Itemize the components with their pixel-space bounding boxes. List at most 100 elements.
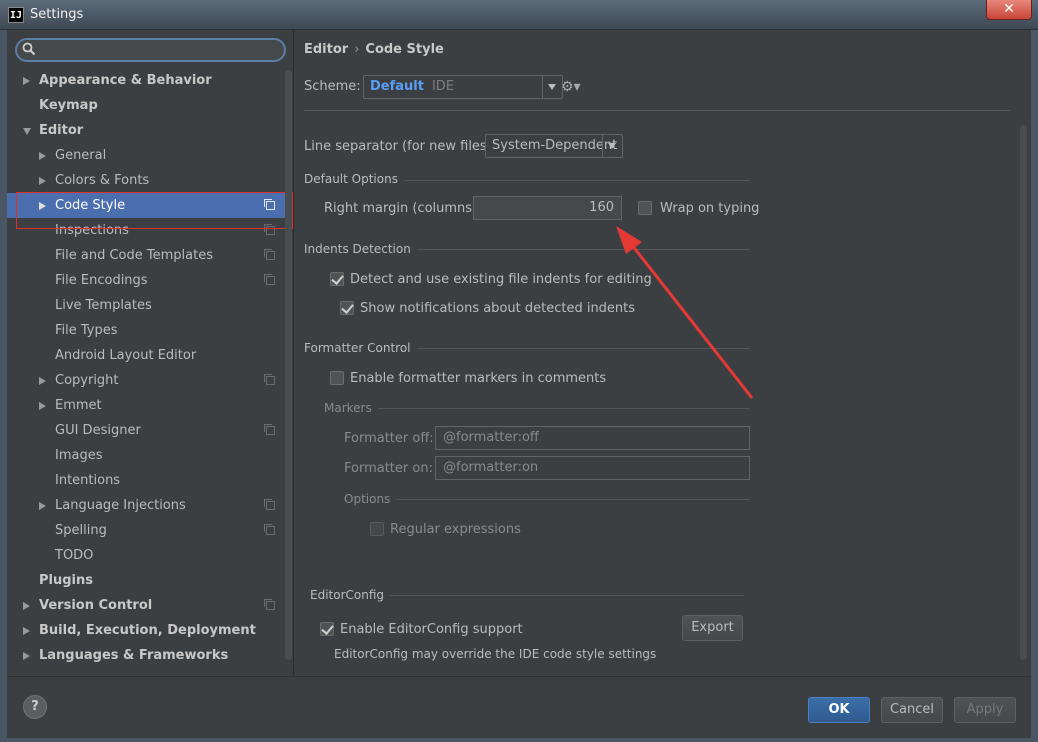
chevron-down-icon — [542, 76, 562, 98]
regular-expressions-label: Regular expressions — [390, 522, 521, 537]
sidebar-item-gui-designer[interactable]: GUI Designer — [7, 418, 285, 443]
detect-indents-checkbox[interactable] — [330, 272, 344, 286]
scheme-select[interactable]: Default IDE — [363, 75, 563, 99]
chevron-right-icon[interactable] — [23, 602, 30, 610]
chevron-right-icon[interactable] — [39, 202, 46, 210]
project-copy-icon — [264, 199, 275, 210]
project-copy-icon — [264, 599, 275, 610]
sidebar-item-editor[interactable]: Editor — [7, 118, 285, 143]
search-input[interactable] — [39, 41, 279, 59]
sidebar-item-label: Colors & Fonts — [55, 173, 150, 188]
ok-button[interactable]: OK — [808, 697, 870, 723]
chevron-right-icon[interactable] — [23, 627, 30, 635]
sidebar-item-file-encodings[interactable]: File Encodings — [7, 268, 285, 293]
sidebar-item-file-types[interactable]: File Types — [7, 318, 285, 343]
sidebar-item-copyright[interactable]: Copyright — [7, 368, 285, 393]
section-divider — [324, 408, 749, 409]
project-copy-icon — [264, 524, 275, 535]
sidebar-scrollbar[interactable] — [285, 70, 292, 660]
line-separator-label: Line separator (for new files): — [304, 139, 497, 154]
default-options-title: Default Options — [304, 172, 404, 186]
sidebar-item-label: Languages & Frameworks — [39, 648, 229, 663]
regular-expressions-checkbox[interactable] — [370, 522, 384, 536]
sidebar-item-colors-fonts[interactable]: Colors & Fonts — [7, 168, 285, 193]
sidebar-item-language-injections[interactable]: Language Injections — [7, 493, 285, 518]
window-frame-left — [0, 30, 7, 742]
sidebar-item-inspections[interactable]: Inspections — [7, 218, 285, 243]
chevron-right-icon[interactable] — [39, 177, 46, 185]
chevron-right-icon[interactable] — [39, 502, 46, 510]
close-window-button[interactable]: ✕ — [986, 0, 1032, 20]
code-style-panel: Editor › Code Style Scheme: Default IDE ⚙▾ … — [294, 30, 1031, 676]
sidebar-item-code-style[interactable]: Code Style — [7, 193, 285, 218]
sidebar-item-file-and-code-templates[interactable]: File and Code Templates — [7, 243, 285, 268]
indents-detection-title: Indents Detection — [304, 242, 417, 256]
sidebar-item-label: File and Code Templates — [55, 248, 213, 263]
sidebar-item-label: File Types — [55, 323, 118, 338]
apply-button[interactable]: Apply — [954, 697, 1016, 723]
sidebar-item-todo[interactable]: TODO — [7, 543, 285, 568]
markers-title: Markers — [324, 401, 378, 415]
options-title: Options — [344, 492, 397, 506]
sidebar-item-label: Plugins — [39, 573, 93, 588]
project-copy-icon — [264, 274, 275, 285]
right-margin-input[interactable]: 160 — [473, 196, 622, 220]
sidebar-item-emmet[interactable]: Emmet — [7, 393, 285, 418]
sidebar-item-label: TODO — [55, 548, 94, 563]
project-copy-icon — [264, 424, 275, 435]
intellij-app-icon: IJ — [8, 7, 24, 23]
gear-icon[interactable]: ⚙▾ — [561, 79, 583, 95]
section-divider — [344, 499, 749, 500]
formatter-on-input[interactable]: @formatter:on — [435, 456, 750, 480]
sidebar-item-version-control[interactable]: Version Control — [7, 593, 285, 618]
settings-search[interactable] — [15, 38, 286, 62]
line-separator-select[interactable]: System-Dependent — [485, 134, 623, 158]
cancel-button[interactable]: Cancel — [881, 697, 943, 723]
sidebar-item-label: Editor — [39, 123, 84, 138]
sidebar-item-label: Android Layout Editor — [55, 348, 197, 363]
project-copy-icon — [264, 224, 275, 235]
footer-divider — [7, 676, 1031, 677]
sidebar-item-intentions[interactable]: Intentions — [7, 468, 285, 493]
sidebar-item-languages-frameworks[interactable]: Languages & Frameworks — [7, 643, 285, 668]
chevron-right-icon[interactable] — [23, 652, 30, 660]
chevron-right-icon[interactable] — [39, 402, 46, 410]
wrap-on-typing-label: Wrap on typing — [660, 201, 760, 216]
wrap-on-typing-checkbox[interactable] — [638, 201, 652, 215]
breadcrumb-separator: › — [354, 42, 360, 57]
sidebar-item-appearance-behavior[interactable]: Appearance & Behavior — [7, 68, 285, 93]
project-copy-icon — [264, 499, 275, 510]
sidebar-item-label: Version Control — [39, 598, 153, 613]
sidebar-item-plugins[interactable]: Plugins — [7, 568, 285, 593]
sidebar-item-keymap[interactable]: Keymap — [7, 93, 285, 118]
sidebar-item-label: Emmet — [55, 398, 102, 413]
sidebar-item-android-layout-editor[interactable]: Android Layout Editor — [7, 343, 285, 368]
chevron-right-icon[interactable] — [23, 77, 30, 85]
export-button[interactable]: Export — [682, 615, 743, 641]
sidebar-item-build-execution-deployment[interactable]: Build, Execution, Deployment — [7, 618, 285, 643]
scheme-ide-tag: IDE — [431, 79, 455, 94]
enable-editorconfig-checkbox[interactable] — [320, 622, 334, 636]
chevron-right-icon[interactable] — [39, 377, 46, 385]
show-notifications-checkbox[interactable] — [340, 301, 354, 315]
detect-indents-label: Detect and use existing file indents for… — [350, 272, 652, 287]
right-margin-label: Right margin (columns): — [324, 201, 482, 216]
chevron-down-icon[interactable] — [23, 128, 31, 135]
sidebar-item-spelling[interactable]: Spelling — [7, 518, 285, 543]
content-scrollbar[interactable] — [1020, 125, 1027, 660]
help-button[interactable]: ? — [23, 695, 47, 719]
chevron-down-icon — [602, 135, 622, 157]
settings-sidebar: Appearance & Behavior Keymap Editor General… — [7, 30, 293, 676]
line-separator-value: System-Dependent — [492, 138, 618, 153]
sidebar-item-general[interactable]: General — [7, 143, 285, 168]
formatter-off-input[interactable]: @formatter:off — [435, 426, 750, 450]
chevron-right-icon[interactable] — [39, 152, 46, 160]
show-notifications-label: Show notifications about detected indent… — [360, 301, 636, 316]
enable-formatter-markers-checkbox[interactable] — [330, 371, 344, 385]
sidebar-item-label: Images — [55, 448, 103, 463]
scheme-value: Default — [370, 79, 424, 94]
search-icon — [22, 42, 36, 56]
title-bar: IJ Settings ✕ — [0, 0, 1038, 30]
sidebar-item-images[interactable]: Images — [7, 443, 285, 468]
sidebar-item-live-templates[interactable]: Live Templates — [7, 293, 285, 318]
